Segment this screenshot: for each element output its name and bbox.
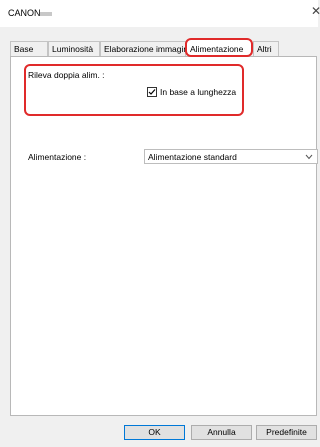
- title-blurred-suffix: [40, 12, 52, 16]
- title-bar: CANON ✕: [0, 0, 320, 27]
- tab-luminosita[interactable]: Luminosità: [48, 41, 100, 56]
- tab-elaborazione-immagine[interactable]: Elaborazione immagin: [100, 41, 186, 56]
- length-detection-checkbox[interactable]: [147, 87, 157, 97]
- tab-label: Altri: [257, 44, 272, 54]
- ok-button[interactable]: OK: [124, 425, 185, 440]
- tab-alimentazione[interactable]: Alimentazione: [185, 38, 253, 57]
- tab-label: Alimentazione: [190, 44, 244, 54]
- window-title: CANON: [8, 8, 41, 18]
- close-icon[interactable]: ✕: [311, 4, 320, 18]
- tab-label: Elaborazione immagin: [104, 44, 186, 54]
- feeding-select[interactable]: Alimentazione standard: [144, 149, 318, 164]
- length-detection-label[interactable]: In base a lunghezza: [160, 87, 236, 97]
- chevron-down-icon: [305, 154, 313, 160]
- tab-altri[interactable]: Altri: [253, 41, 279, 56]
- defaults-button[interactable]: Predefinite: [256, 425, 317, 440]
- feeding-label: Alimentazione :: [28, 152, 87, 162]
- tab-base[interactable]: Base: [10, 41, 48, 56]
- double-feed-label: Rileva doppia alim. :: [28, 70, 105, 80]
- tab-label: Base: [14, 44, 34, 54]
- checkmark-icon: [148, 89, 156, 95]
- tab-label: Luminosità: [52, 44, 94, 54]
- cancel-button[interactable]: Annulla: [191, 425, 252, 440]
- feeding-selected-value: Alimentazione standard: [148, 152, 237, 162]
